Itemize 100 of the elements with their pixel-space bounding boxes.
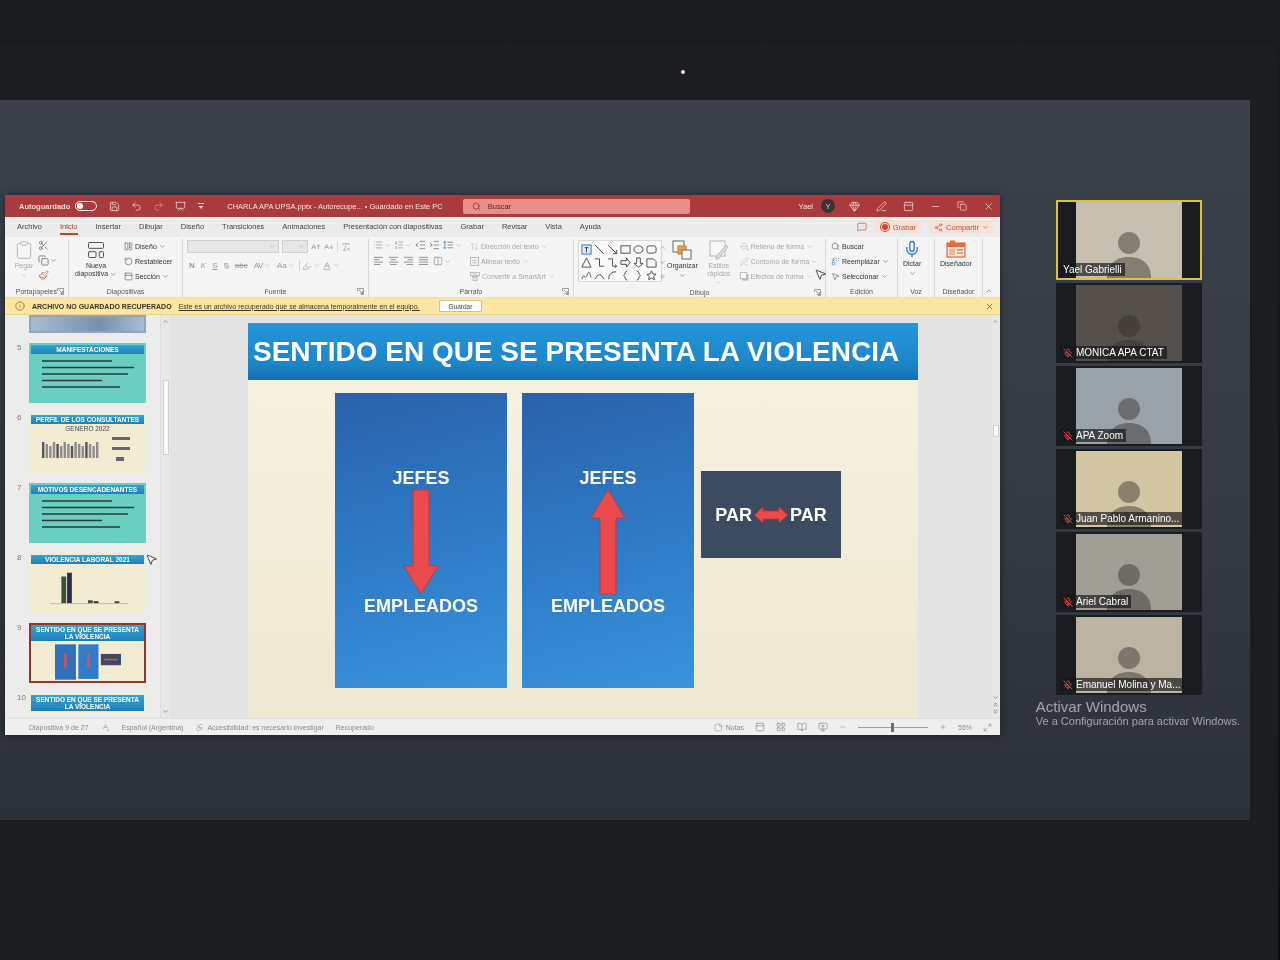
pen-icon[interactable] <box>876 200 887 212</box>
restore-icon[interactable] <box>957 201 967 211</box>
participant-name: MONICA APA CTAT <box>1076 347 1164 358</box>
participant-name: APA Zoom <box>1076 430 1124 441</box>
dialog-launcher-icon[interactable] <box>562 288 569 295</box>
text-box-icon[interactable] <box>581 243 592 255</box>
muted-microphone-icon <box>1063 513 1073 524</box>
line-icon[interactable] <box>594 243 605 255</box>
scroll-up-icon[interactable] <box>992 318 999 325</box>
font-color-icon[interactable] <box>321 260 332 271</box>
align-right-icon[interactable] <box>403 256 414 266</box>
chevron-up-icon[interactable] <box>985 287 993 295</box>
caret-icon <box>547 273 555 280</box>
double-chevron-up-icon[interactable] <box>992 701 999 708</box>
bulleted-list-icon[interactable] <box>373 240 383 250</box>
caret-icon <box>312 262 320 269</box>
increase-indent-icon[interactable] <box>429 240 440 250</box>
shapes-gallery[interactable] <box>578 240 662 282</box>
arrow-line-icon[interactable] <box>607 243 618 255</box>
monitor-play-icon[interactable] <box>818 722 828 732</box>
scrollbar[interactable] <box>990 315 1000 718</box>
font-size-field[interactable] <box>282 240 308 253</box>
star-icon[interactable] <box>646 269 657 281</box>
double-chevron-down-icon[interactable] <box>992 708 999 715</box>
participant-tile[interactable]: Emanuel Molina y Ma... <box>1056 615 1202 695</box>
scroll-down-icon[interactable] <box>659 258 666 266</box>
highlighter-icon[interactable] <box>301 260 312 271</box>
cursor-icon <box>145 553 158 566</box>
decrease-font-icon[interactable] <box>324 241 334 252</box>
elbow-connector-icon[interactable] <box>594 256 605 268</box>
text-box-lines-icon <box>470 257 479 266</box>
muted-microphone-icon <box>1063 679 1073 690</box>
activation-title: Activar Windows <box>1035 698 1148 715</box>
slide-number: 9 <box>16 623 23 632</box>
dialog-launcher-icon[interactable] <box>57 288 64 295</box>
slide-title: SENTIDO EN QUE SE PRESENTA LA VIOLENCIA <box>248 323 918 380</box>
redo-icon[interactable] <box>153 200 165 212</box>
window-icon[interactable] <box>755 722 765 732</box>
dialog-launcher-icon[interactable] <box>814 288 821 296</box>
participant-tile[interactable]: MONICA APA CTAT <box>1056 283 1202 363</box>
scroll-down-icon[interactable] <box>162 708 169 715</box>
paintbrush-icon[interactable] <box>38 270 49 281</box>
participant-tile[interactable]: Ariel Cabral <box>1056 532 1202 612</box>
rectangle-icon[interactable] <box>620 243 631 255</box>
copy-icon[interactable] <box>38 255 49 266</box>
participant-name: Emanuel Molina y Ma... <box>1076 679 1181 690</box>
increase-font-icon[interactable] <box>311 241 321 252</box>
slider-thumb[interactable] <box>891 722 895 732</box>
caret-icon <box>332 262 340 269</box>
presentation-board-icon[interactable] <box>175 200 187 212</box>
comment-icon[interactable] <box>856 222 867 232</box>
numbered-list-icon[interactable] <box>394 240 404 250</box>
caret-icon <box>20 272 28 280</box>
participant-tile[interactable]: Juan Pablo Armanino... <box>1056 449 1202 529</box>
down-arrow-icon[interactable] <box>633 256 644 268</box>
elbow-arrow-connector-icon[interactable] <box>607 256 618 268</box>
diagonal-arrows-icon[interactable] <box>983 722 992 732</box>
scroll-up-icon[interactable] <box>162 318 169 325</box>
panel-label: EMPLEADOS <box>364 597 478 615</box>
scrollbar-thumb[interactable] <box>992 425 999 437</box>
oval-icon[interactable] <box>633 243 644 255</box>
panel-label: EMPLEADOS <box>551 597 665 615</box>
spellcheck-icon[interactable] <box>100 722 110 732</box>
muted-microphone-icon <box>1063 430 1073 441</box>
close-icon[interactable] <box>985 301 994 311</box>
scroll-up-icon[interactable] <box>659 244 666 251</box>
align-center-icon[interactable] <box>388 256 399 266</box>
scroll-down-icon[interactable] <box>992 694 999 701</box>
grid-icon[interactable] <box>776 722 786 732</box>
align-left-icon[interactable] <box>373 256 384 266</box>
undo-icon[interactable] <box>131 200 143 212</box>
scrollbar-thumb[interactable] <box>162 380 169 455</box>
clear-formatting-icon[interactable] <box>341 241 351 252</box>
triangle-icon[interactable] <box>581 256 592 268</box>
book-icon[interactable] <box>797 722 807 732</box>
diamond-icon[interactable] <box>849 200 860 212</box>
double-chevron-down-icon[interactable] <box>659 273 666 280</box>
participant-tile[interactable]: APA Zoom <box>1056 366 1202 446</box>
arc-icon[interactable] <box>607 269 618 281</box>
right-arrow-icon[interactable] <box>620 256 631 268</box>
plus-icon[interactable] <box>939 723 947 731</box>
up-down-arrows-icon <box>470 242 479 251</box>
close-icon[interactable] <box>983 200 994 212</box>
line-over-triangle-icon[interactable] <box>197 202 206 210</box>
muted-microphone-icon <box>1063 347 1073 358</box>
caret-icon <box>384 241 391 249</box>
font-name-field[interactable] <box>187 240 279 253</box>
columns-icon[interactable] <box>433 256 443 266</box>
freeform-icon[interactable] <box>581 269 592 281</box>
decrease-indent-icon[interactable] <box>415 240 426 250</box>
participant-tile[interactable]: Yael Gabrielli <box>1056 200 1202 280</box>
rounded-rectangle-icon[interactable] <box>646 243 657 255</box>
justify-icon[interactable] <box>418 256 429 266</box>
line-spacing-icon[interactable] <box>443 240 454 250</box>
save-icon[interactable] <box>109 200 121 212</box>
scrollbar[interactable] <box>160 315 170 718</box>
minus-icon[interactable] <box>839 723 847 731</box>
dialog-launcher-icon[interactable] <box>357 288 364 295</box>
window-panel-icon[interactable] <box>903 200 914 212</box>
scissors-icon[interactable] <box>38 240 49 251</box>
